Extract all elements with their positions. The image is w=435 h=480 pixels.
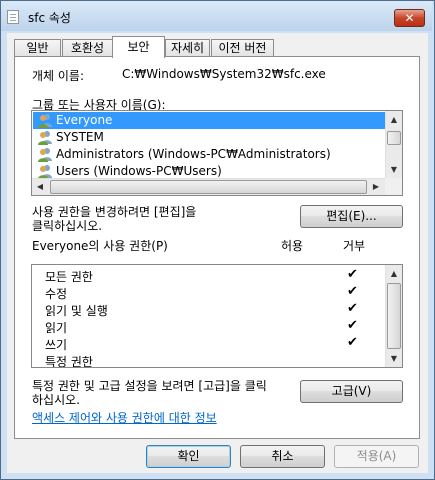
list-item-label: Administrators (Windows-PC₩Administrator… bbox=[56, 147, 331, 161]
permission-row: 읽기 및 실행 ✔ bbox=[32, 301, 386, 318]
tab-security[interactable]: 보안 bbox=[112, 36, 165, 58]
scroll-corner bbox=[385, 178, 402, 195]
list-item-label: Users (Windows-PC₩Users) bbox=[56, 164, 222, 178]
permission-name: 수정 bbox=[45, 287, 68, 301]
scroll-thumb[interactable] bbox=[387, 131, 401, 145]
scroll-down-icon[interactable]: ▼ bbox=[386, 350, 402, 367]
tab-details[interactable]: 자세히 bbox=[165, 39, 210, 57]
scroll-thumb[interactable] bbox=[387, 283, 401, 349]
tab-previous-versions[interactable]: 이전 버전 bbox=[211, 39, 274, 57]
permission-name: 쓰기 bbox=[45, 338, 68, 352]
ok-button[interactable]: 확인 bbox=[146, 445, 231, 468]
permission-name: 읽기 및 실행 bbox=[45, 304, 108, 318]
list-item-everyone[interactable]: Everyone bbox=[33, 112, 386, 129]
scroll-thumb[interactable] bbox=[50, 180, 367, 194]
tab-compatibility[interactable]: 호환성 bbox=[62, 39, 113, 57]
vertical-scrollbar[interactable]: ▲ ▼ bbox=[385, 111, 402, 178]
horizontal-scrollbar[interactable]: ◀ ▶ bbox=[32, 178, 385, 195]
deny-check-icon: ✔ bbox=[347, 301, 358, 316]
advanced-button[interactable]: 고급(V) bbox=[300, 380, 403, 403]
user-group-icon bbox=[38, 114, 52, 128]
list-item-label: Everyone bbox=[56, 113, 113, 127]
group-user-listbox[interactable]: Everyone SYSTEM Administrators (Windows-… bbox=[31, 110, 403, 196]
permission-name: 읽기 bbox=[45, 321, 68, 335]
user-group-icon bbox=[38, 148, 52, 162]
tab-general[interactable]: 일반 bbox=[14, 39, 61, 57]
file-icon bbox=[7, 10, 19, 24]
allow-column-header: 허용 bbox=[281, 239, 304, 253]
edit-button[interactable]: 편집(E)... bbox=[300, 205, 403, 228]
permissions-label: Everyone의 사용 권한(P) bbox=[32, 239, 168, 253]
scroll-right-icon[interactable]: ▶ bbox=[368, 178, 384, 195]
scroll-down-icon[interactable]: ▼ bbox=[386, 161, 402, 178]
deny-check-icon: ✔ bbox=[347, 335, 358, 350]
window-title: sfc 속성 bbox=[28, 11, 71, 25]
permission-row: 수정 ✔ bbox=[32, 284, 386, 301]
user-group-icon bbox=[38, 165, 52, 179]
user-group-icon bbox=[38, 131, 52, 145]
advanced-instruction-line2: 하십시오. bbox=[32, 393, 80, 407]
deny-check-icon: ✔ bbox=[347, 318, 358, 333]
object-name-label: 개체 이름: bbox=[32, 69, 85, 83]
deny-column-header: 거부 bbox=[343, 239, 366, 253]
permission-name: 모든 권한 bbox=[45, 270, 93, 284]
object-name-value: C:₩Windows₩System32₩sfc.exe bbox=[122, 67, 326, 81]
scroll-up-icon[interactable]: ▲ bbox=[386, 265, 402, 282]
permission-row: 특정 권한 bbox=[32, 352, 386, 368]
vertical-scrollbar[interactable]: ▲ ▼ bbox=[385, 265, 402, 367]
list-item-label: SYSTEM bbox=[56, 130, 104, 144]
permission-row: 쓰기 ✔ bbox=[32, 335, 386, 352]
permission-row: 모든 권한 ✔ bbox=[32, 267, 386, 284]
scroll-left-icon[interactable]: ◀ bbox=[32, 178, 48, 195]
list-item-administrators[interactable]: Administrators (Windows-PC₩Administrator… bbox=[33, 146, 386, 163]
cancel-button[interactable]: 취소 bbox=[240, 445, 325, 468]
permissions-listbox[interactable]: 모든 권한 ✔ 수정 ✔ 읽기 및 실행 ✔ 읽기 ✔ 쓰기 ✔ 특정 권한 ▲… bbox=[31, 264, 403, 368]
deny-check-icon: ✔ bbox=[347, 284, 358, 299]
permission-row: 읽기 ✔ bbox=[32, 318, 386, 335]
list-item-system[interactable]: SYSTEM bbox=[33, 129, 386, 146]
close-button[interactable]: ✕ bbox=[394, 9, 425, 27]
apply-button[interactable]: 적용(A) bbox=[334, 445, 419, 468]
scroll-up-icon[interactable]: ▲ bbox=[386, 111, 402, 128]
deny-check-icon: ✔ bbox=[347, 267, 358, 282]
edit-instruction-line2: 클릭하십시오. bbox=[32, 219, 103, 233]
access-control-help-link[interactable]: 액세스 제어와 사용 권한에 대한 정보 bbox=[32, 409, 217, 426]
permission-name: 특정 권한 bbox=[45, 355, 93, 368]
